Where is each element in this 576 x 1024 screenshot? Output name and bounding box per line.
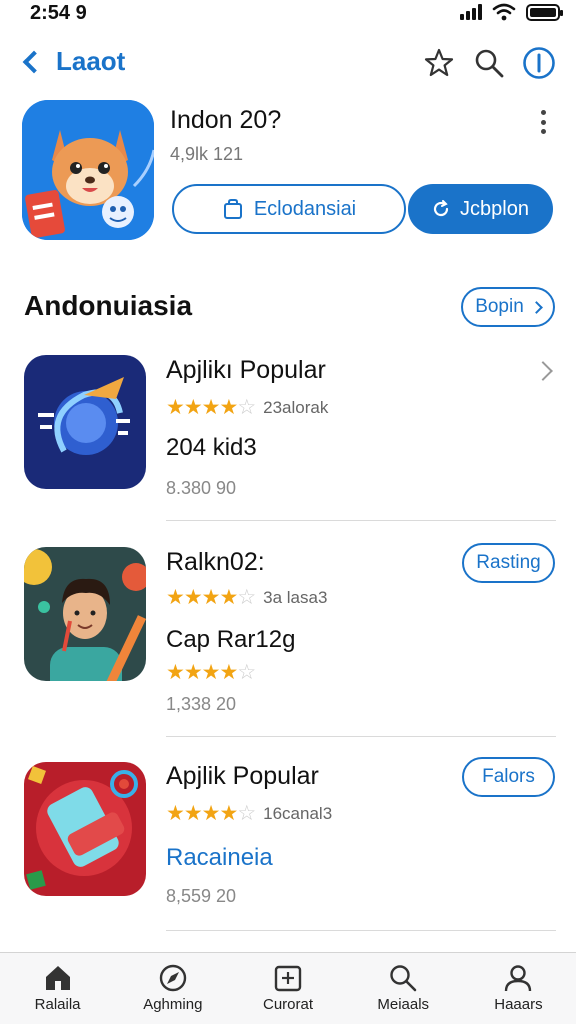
home-icon bbox=[45, 966, 70, 990]
divider bbox=[166, 930, 556, 931]
compass-icon bbox=[159, 964, 186, 992]
calendar-icon bbox=[274, 965, 302, 992]
divider bbox=[166, 736, 556, 737]
more-options-button[interactable] bbox=[536, 110, 550, 134]
app-subtitle-3[interactable]: Racaineia bbox=[166, 844, 273, 872]
app-icon-1[interactable] bbox=[24, 355, 146, 489]
battery-icon bbox=[526, 3, 563, 21]
tab-ralaila[interactable]: Ralaila bbox=[0, 953, 115, 1024]
status-time: 2:54 9 bbox=[30, 2, 87, 24]
app-subtitle-1: 204 kid3 bbox=[166, 434, 257, 461]
wifi-icon bbox=[492, 3, 516, 21]
phone-app-icon bbox=[24, 762, 146, 896]
stars-icon: ★★★★☆ bbox=[166, 661, 256, 684]
tab-bar: Ralaila Aghming Curorat Meiaals Haaars bbox=[0, 952, 576, 1024]
info-button[interactable] bbox=[522, 46, 556, 80]
tab-label: Aghming bbox=[143, 996, 203, 1013]
swirl-app-icon bbox=[24, 355, 146, 489]
rating-2: ★★★★☆ 3a lasa3 bbox=[166, 585, 327, 610]
star-outline-icon bbox=[424, 48, 454, 77]
search-button[interactable] bbox=[472, 46, 506, 80]
stars-icon: ★★★★☆ bbox=[166, 396, 256, 419]
featured-solid-button[interactable]: Jcbplon bbox=[408, 184, 553, 234]
tab-label: Haaars bbox=[494, 996, 543, 1013]
tab-haaars[interactable]: Haaars bbox=[461, 953, 576, 1024]
tab-label: Meiaals bbox=[377, 996, 430, 1013]
bag-icon bbox=[223, 199, 242, 219]
refresh-icon bbox=[433, 200, 449, 217]
rating-1: ★★★★☆ 23alorak bbox=[166, 395, 328, 420]
tab-curorat[interactable]: Curorat bbox=[230, 953, 345, 1024]
app-title-3: Apjlik Popular bbox=[166, 762, 319, 790]
section-action-label: Bopin bbox=[475, 296, 524, 317]
status-bar: 2:54 9 bbox=[0, 0, 576, 26]
featured-app-title: Indon 20? bbox=[170, 106, 282, 134]
artist-app-icon bbox=[24, 547, 146, 681]
dot bbox=[540, 119, 546, 125]
featured-app-icon[interactable] bbox=[22, 100, 154, 240]
back-button[interactable]: Laaot bbox=[18, 46, 125, 77]
navigation-bar: Laaot bbox=[0, 40, 576, 88]
signal-icon bbox=[460, 4, 482, 20]
app-action-label-2: Rasting bbox=[476, 552, 541, 573]
tab-meiaals[interactable]: Meiaals bbox=[346, 953, 461, 1024]
app-subtitle-2: Cap Rar12g bbox=[166, 626, 296, 653]
tab-label: Curorat bbox=[262, 996, 314, 1013]
app-price-2: 1,338 20 bbox=[166, 694, 237, 714]
app-title-2: Ralkn02: bbox=[166, 548, 265, 576]
person-icon bbox=[505, 965, 532, 992]
app-icon-3[interactable] bbox=[24, 762, 146, 896]
chevron-right-icon[interactable] bbox=[533, 361, 553, 381]
search-icon bbox=[390, 965, 417, 992]
rating-count-1: 23alorak bbox=[263, 397, 329, 417]
chevron-right-icon bbox=[529, 300, 543, 314]
section-action-button[interactable]: Bopin bbox=[461, 287, 555, 327]
dot bbox=[540, 129, 546, 134]
featured-outline-button[interactable]: Eclodansiai bbox=[172, 184, 406, 234]
divider bbox=[166, 520, 556, 521]
rating-2b: ★★★★☆ bbox=[166, 660, 256, 685]
featured-outline-label: Eclodansiai bbox=[253, 197, 357, 220]
rating-count-2: 3a lasa3 bbox=[263, 587, 328, 607]
rating-count-3: 16canal3 bbox=[263, 803, 333, 823]
app-action-button-3[interactable]: Falors bbox=[462, 757, 555, 797]
fox-mascot-icon bbox=[22, 100, 154, 240]
app-title-1: Apjlikı Popular bbox=[166, 356, 326, 384]
app-icon-2[interactable] bbox=[24, 547, 146, 681]
app-action-label-3: Falors bbox=[482, 766, 535, 787]
stars-icon: ★★★★☆ bbox=[166, 802, 256, 825]
star-button[interactable] bbox=[422, 46, 456, 80]
tab-label: Ralaila bbox=[34, 996, 81, 1013]
back-label: Laaot bbox=[56, 46, 126, 76]
section-title: Andonuiasia bbox=[24, 290, 193, 321]
info-icon bbox=[523, 47, 555, 79]
status-icons bbox=[460, 3, 563, 21]
featured-solid-label: Jcbplon bbox=[460, 197, 529, 220]
featured-app-subtitle: 4,9lk 121 bbox=[170, 144, 244, 164]
search-icon bbox=[475, 49, 504, 78]
chevron-left-icon bbox=[22, 50, 46, 73]
app-price-3: 8,559 20 bbox=[166, 886, 237, 906]
stars-icon: ★★★★☆ bbox=[166, 586, 256, 609]
rating-3: ★★★★☆ 16canal3 bbox=[166, 801, 332, 826]
app-action-button-2[interactable]: Rasting bbox=[462, 543, 555, 583]
tab-aghming[interactable]: Aghming bbox=[115, 953, 230, 1024]
dot bbox=[540, 110, 546, 115]
app-price-1: 8.380 90 bbox=[166, 478, 237, 498]
